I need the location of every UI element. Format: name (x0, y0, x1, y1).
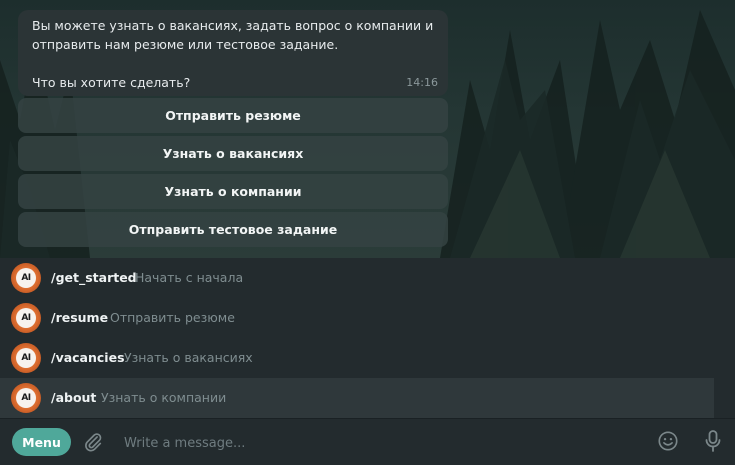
emoji-icon[interactable] (657, 430, 679, 452)
command-description: Узнать о вакансиях (124, 350, 253, 365)
command-description: Узнать о компании (101, 390, 227, 405)
about-company-button[interactable]: Узнать о компании (18, 174, 448, 209)
command-name: /vacancies (51, 350, 125, 365)
bot-menu-button[interactable]: Menu (12, 428, 71, 456)
command-name: /about (51, 390, 97, 405)
message-timestamp: 14:16 (406, 76, 438, 89)
paperclip-icon[interactable] (82, 430, 104, 454)
avatar-initials: AI (16, 268, 36, 288)
command-name: /get_started (51, 270, 137, 285)
send-resume-button[interactable]: Отправить резюме (18, 98, 448, 133)
message-input[interactable] (122, 430, 646, 456)
bot-commands-list: AI /get_started Начать с начала AI /resu… (0, 258, 735, 418)
message-text-line: отправить нам резюме или тестовое задани… (32, 37, 339, 52)
bot-message-bubble: Вы можете узнать о вакансиях, задать воп… (18, 10, 448, 96)
message-text-line: Вы можете узнать о вакансиях, задать воп… (32, 18, 434, 33)
avatar: AI (11, 303, 41, 333)
command-item-about[interactable]: AI /about Узнать о компании (0, 378, 714, 418)
command-item-vacancies[interactable]: AI /vacancies Узнать о вакансиях (0, 338, 714, 378)
vacancies-button[interactable]: Узнать о вакансиях (18, 136, 448, 171)
avatar: AI (11, 383, 41, 413)
message-text-line: Что вы хотите сделать? (32, 75, 191, 90)
message-composer: Menu (0, 418, 735, 465)
send-test-task-button[interactable]: Отправить тестовое задание (18, 212, 448, 247)
avatar-initials: AI (16, 308, 36, 328)
microphone-icon[interactable] (703, 429, 723, 453)
avatar: AI (11, 343, 41, 373)
command-item-get-started[interactable]: AI /get_started Начать с начала (0, 258, 714, 298)
avatar: AI (11, 263, 41, 293)
command-item-resume[interactable]: AI /resume Отправить резюме (0, 298, 714, 338)
avatar-initials: AI (16, 348, 36, 368)
avatar-initials: AI (16, 388, 36, 408)
command-name: /resume (51, 310, 109, 325)
command-description: Начать с начала (135, 270, 244, 285)
commands-scrollbar[interactable] (714, 258, 735, 418)
command-description: Отправить резюме (110, 310, 235, 325)
